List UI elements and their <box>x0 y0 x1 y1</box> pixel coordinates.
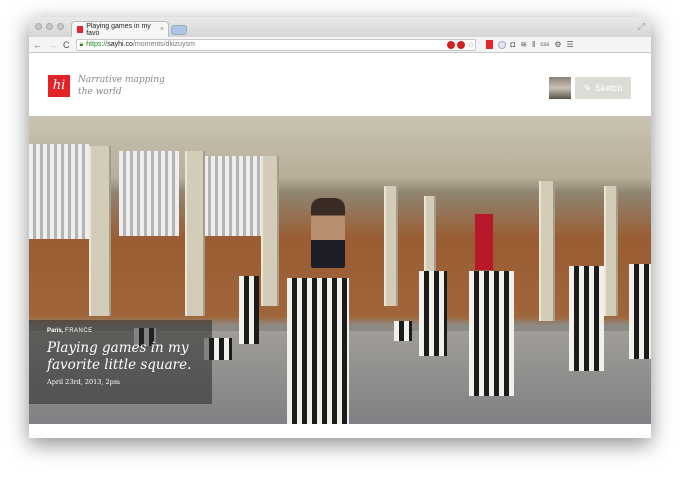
lock-icon: 🔒︎ <box>79 40 84 48</box>
moment-caption: Paris, FRANCE Playing games in my favori… <box>29 320 212 404</box>
reload-icon[interactable]: C <box>63 40 70 50</box>
country: FRANCE <box>65 328 93 334</box>
pocket-icon[interactable]: ◘ <box>511 40 516 49</box>
buffer-icon[interactable]: ≋ <box>520 40 527 49</box>
back-icon[interactable]: ← <box>33 40 42 50</box>
moment-photo: Paris, FRANCE Playing games in my favori… <box>29 116 651 424</box>
browser-window: Playing games in my favo × ⤢ ← → C 🔒︎ ht… <box>29 17 651 438</box>
css-extension-icon[interactable]: css <box>540 42 549 48</box>
extensions: ◘ ≋ ǁ css ⚙ ☰ <box>485 40 574 49</box>
url-scheme: https:// <box>86 41 108 48</box>
url-host: sayhi.co <box>107 41 133 48</box>
avatar[interactable] <box>549 77 571 99</box>
tab-bar: Playing games in my favo × ⤢ <box>29 17 651 37</box>
menu-icon[interactable]: ☰ <box>567 40 574 49</box>
new-tab-button[interactable] <box>171 25 187 35</box>
tagline: Narrative mapping the world <box>78 75 165 97</box>
evernote-icon[interactable]: ǁ <box>532 40 535 49</box>
extension-icon[interactable] <box>497 40 506 49</box>
browser-toolbar: ← → C 🔒︎ https://sayhi.co/moments/dkizuy… <box>29 37 651 53</box>
address-bar[interactable]: 🔒︎ https://sayhi.co/moments/dkizuysm ☆ <box>75 38 476 51</box>
red-sign <box>475 214 493 270</box>
sketch-label: Sketch <box>595 83 623 93</box>
pencil-icon: ✎ <box>583 82 592 93</box>
gear-icon[interactable]: ⚙ <box>554 40 561 49</box>
location: Paris, FRANCE <box>47 328 212 334</box>
forward-icon[interactable]: → <box>48 40 57 50</box>
star-icon[interactable]: ☆ <box>467 40 474 49</box>
person <box>311 198 345 268</box>
moment-title: Playing games in my favorite little squa… <box>47 340 192 373</box>
site-logo[interactable]: hi <box>48 75 70 97</box>
tab-close-icon[interactable]: × <box>160 26 164 33</box>
browser-tab[interactable]: Playing games in my favo × <box>71 21 169 37</box>
extension-icon[interactable] <box>457 40 466 49</box>
close-window-button[interactable] <box>35 23 42 30</box>
site-header: hi Narrative mapping the world ✎ Sketch <box>29 53 651 116</box>
tab-title: Playing games in my favo <box>86 22 151 37</box>
extension-icon[interactable] <box>447 40 456 49</box>
bookmark-extension-icon[interactable] <box>485 40 493 49</box>
window-controls <box>35 23 64 30</box>
city: Paris, <box>47 328 64 334</box>
sketch-button[interactable]: ✎ Sketch <box>575 77 631 99</box>
zoom-window-button[interactable] <box>57 23 64 30</box>
fullscreen-icon[interactable]: ⤢ <box>638 21 645 32</box>
favicon-icon <box>77 26 84 33</box>
minimize-window-button[interactable] <box>46 23 53 30</box>
moment-date: April 23rd, 2013, 2pm <box>47 378 120 386</box>
url-path: /moments/dkizuysm <box>132 41 195 48</box>
